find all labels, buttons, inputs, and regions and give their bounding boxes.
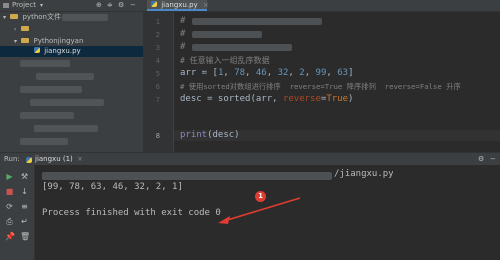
code-token: ]: [348, 68, 354, 78]
play-icon[interactable]: ▶: [5, 172, 14, 181]
code-token: ,: [245, 68, 256, 78]
line-number: 1: [155, 18, 160, 26]
minimize-icon[interactable]: −: [490, 153, 496, 165]
stop-icon[interactable]: ■: [5, 187, 14, 196]
redacted-text: [34, 125, 98, 132]
tree-row-jiangxu[interactable]: jiangxu.py: [0, 46, 143, 57]
annotation-arrow: [218, 197, 301, 224]
code-number: 46: [255, 68, 267, 78]
redacted-text: [20, 112, 74, 119]
code-token: ,: [266, 68, 278, 78]
line-number: 8: [155, 132, 160, 140]
project-title[interactable]: Project: [12, 0, 36, 11]
chevron-right-icon[interactable]: ›: [14, 26, 16, 33]
code-builtin: print: [180, 130, 208, 140]
code-number: 99: [315, 68, 327, 78]
settings-icon[interactable]: ⚙: [478, 153, 484, 165]
code-token: ): [348, 94, 354, 104]
redacted-text: [20, 138, 68, 145]
tree-label-pythonjingyan: Pythonjingyan: [33, 37, 84, 45]
code-token: ,: [288, 68, 300, 78]
code-number: 78: [234, 68, 246, 78]
code-line-2[interactable]: #: [180, 29, 185, 40]
wrench-icon[interactable]: ⚒: [20, 172, 29, 181]
run-header: Run: jiangxu (1) × ⚙ −: [0, 152, 500, 166]
tree-row-folder[interactable]: ›: [0, 24, 143, 35]
collapse-icon[interactable]: ≑: [107, 0, 113, 11]
folder-icon: [10, 13, 19, 19]
line-number: 2: [155, 31, 160, 39]
code-token: (desc): [207, 130, 240, 140]
down-icon[interactable]: ↓: [20, 187, 29, 196]
code-line-4[interactable]: # 任意输入一组乱序数据: [180, 55, 270, 66]
code-token: desc = sorted(arr,: [180, 94, 283, 104]
trash-icon[interactable]: 🗑: [20, 232, 30, 241]
chevron-down-icon[interactable]: ▾: [14, 38, 17, 45]
python-file-icon: [34, 47, 40, 53]
code-token: ,: [326, 68, 338, 78]
tree-label-jiangxu: jiangxu.py: [44, 47, 81, 55]
redacted-text: [20, 86, 82, 93]
run-toolbar: ▶ ⚒ ■ ↓ ⟳ ≡ ⎙ ↵ 📌 🗑: [0, 165, 35, 260]
settings-icon[interactable]: ⚙: [118, 0, 124, 11]
code-keyword-arg: reverse: [282, 94, 321, 104]
minimize-icon[interactable]: −: [130, 0, 136, 11]
code-number: 32: [277, 68, 289, 78]
pin-icon[interactable]: 📌: [5, 232, 15, 241]
project-panel: Project ▾ ⊕ ≑ ⚙ − ▾ python文件 › ▾ Pythonj…: [0, 0, 143, 152]
redacted-text: [192, 44, 292, 51]
target-icon[interactable]: ⊕: [96, 0, 102, 11]
output-result: [99, 78, 63, 46, 32, 2, 1]: [42, 182, 183, 192]
redacted-text: [36, 73, 94, 80]
code-token: ,: [223, 68, 235, 78]
python-file-icon: [26, 157, 32, 163]
tab-jiangxu[interactable]: jiangxu.py ×: [147, 0, 209, 11]
python-file-icon: [151, 1, 157, 7]
code-line-8[interactable]: print(desc): [180, 130, 240, 141]
folder-icon: [21, 37, 30, 43]
code-line-5[interactable]: arr = [1, 78, 46, 32, 2, 99, 63]: [180, 68, 353, 79]
line-number: 3: [155, 44, 160, 52]
line-number: 7: [155, 96, 160, 104]
close-icon[interactable]: ×: [77, 153, 83, 165]
rerun-icon[interactable]: ⟳: [5, 202, 14, 211]
folder-icon: [20, 25, 29, 31]
scroll-icon[interactable]: ≡: [20, 202, 29, 211]
close-icon[interactable]: ×: [203, 1, 209, 9]
redacted-text: [20, 60, 70, 67]
redacted-text: [62, 14, 108, 21]
code-number: 63: [337, 68, 349, 78]
run-label: Run:: [4, 155, 20, 163]
tab-label: jiangxu.py: [161, 1, 198, 9]
redacted-text: [192, 31, 262, 38]
redacted-text: [192, 18, 322, 25]
code-line-1[interactable]: #: [180, 16, 185, 27]
chevron-down-icon[interactable]: ▾: [40, 0, 43, 11]
project-header: Project ▾ ⊕ ≑ ⚙ −: [0, 0, 143, 12]
project-icon: [3, 3, 9, 8]
code-line-6[interactable]: # 使用sorted对数组进行排序 reverse=True 降序排列 reve…: [180, 81, 461, 92]
redacted-text: [42, 172, 332, 180]
run-command-path: /jiangxu.py: [334, 169, 394, 179]
output-exit-code: Process finished with exit code 0: [42, 208, 221, 218]
code-keyword: True: [326, 94, 348, 104]
code-token: ,: [304, 68, 316, 78]
code-line-3[interactable]: #: [180, 42, 185, 53]
line-number: 6: [155, 83, 160, 91]
chevron-down-icon[interactable]: ▾: [3, 14, 6, 21]
line-number: 5: [155, 70, 160, 78]
line-number: 4: [155, 57, 160, 65]
code-token: arr = [: [180, 68, 218, 78]
soft-wrap-icon[interactable]: ↵: [20, 217, 29, 226]
redacted-text: [30, 99, 104, 106]
tree-label-root: python文件: [22, 13, 61, 21]
code-line-7[interactable]: desc = sorted(arr, reverse=True): [180, 94, 353, 105]
run-tab-label[interactable]: jiangxu (1): [35, 153, 73, 165]
print-icon[interactable]: ⎙: [5, 217, 14, 226]
